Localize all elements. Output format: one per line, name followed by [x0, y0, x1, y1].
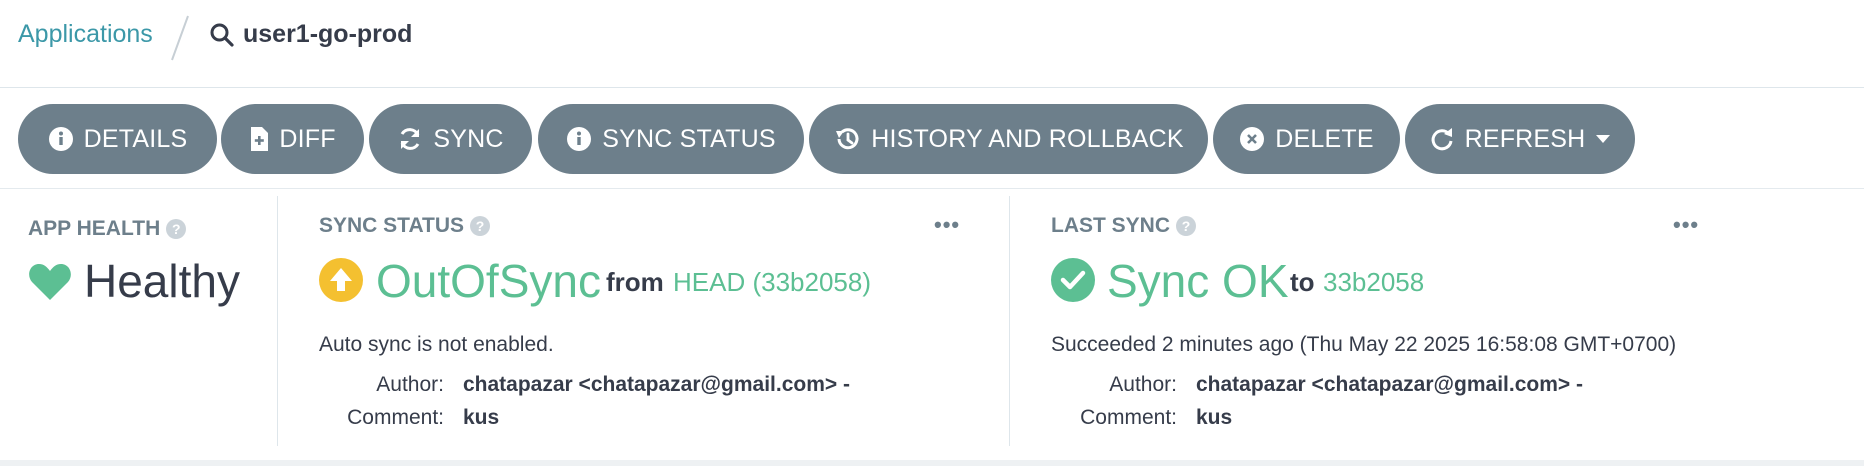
auto-sync-text: Auto sync is not enabled.	[319, 333, 554, 356]
app-health-status: Healthy	[84, 255, 240, 307]
delete-button[interactable]: DELETE	[1213, 104, 1400, 174]
file-diff-icon	[251, 127, 269, 151]
sync-status-button-label: SYNC STATUS	[602, 124, 776, 153]
action-toolbar: DETAILS DIFF SYNC SYNC STATUS HISTORY AN…	[0, 89, 1864, 189]
current-app-name: user1-go-prod	[243, 20, 413, 48]
sync-status-value: OutOfSync	[376, 255, 601, 307]
details-button-label: DETAILS	[83, 124, 188, 153]
panel-bottom-border	[0, 460, 1864, 466]
search-icon[interactable]	[209, 22, 235, 48]
sync-status-menu-button[interactable]: •••	[934, 212, 960, 238]
help-icon[interactable]: ?	[1176, 216, 1197, 236]
comment-label: Comment:	[347, 406, 444, 429]
heart-icon	[29, 264, 71, 300]
status-panels: APP HEALTH ? Healthy SYNC STATUS ? ••• O…	[0, 190, 1864, 456]
diff-button-label: DIFF	[279, 124, 336, 153]
last-sync-value: Sync OK	[1107, 255, 1289, 307]
details-button[interactable]: DETAILS	[18, 104, 217, 174]
info-icon	[48, 127, 73, 151]
close-circle-icon	[1240, 127, 1265, 151]
sync-revision-link[interactable]: HEAD (33b2058)	[673, 267, 871, 298]
comment-value: kus	[1196, 406, 1233, 429]
refresh-button-label: REFRESH	[1464, 124, 1586, 153]
panel-divider	[277, 196, 278, 446]
breadcrumb-current: user1-go-prod	[209, 20, 412, 49]
author-label: Author:	[1109, 373, 1177, 396]
last-sync-menu-button[interactable]: •••	[1673, 212, 1699, 238]
sync-button-label: SYNC	[433, 124, 504, 153]
to-text: to	[1290, 267, 1315, 297]
sync-button[interactable]: SYNC	[369, 104, 532, 174]
last-sync-label: LAST SYNC ?	[1051, 214, 1197, 238]
author-value: chatapazar <chatapazar@gmail.com> -	[1196, 373, 1583, 396]
breadcrumb-separator	[171, 15, 189, 61]
refresh-icon	[1431, 128, 1453, 151]
breadcrumb: Applications user1-go-prod	[0, 0, 1864, 88]
comment-label: Comment:	[1080, 406, 1177, 429]
history-and-rollback-button[interactable]: HISTORY AND ROLLBACK	[809, 104, 1208, 174]
refresh-button[interactable]: REFRESH	[1405, 104, 1635, 174]
help-icon[interactable]: ?	[470, 216, 491, 236]
author-value: chatapazar <chatapazar@gmail.com> -	[463, 373, 850, 396]
sync-status-button[interactable]: SYNC STATUS	[538, 104, 804, 174]
help-icon[interactable]: ?	[166, 219, 187, 239]
sync-icon	[400, 128, 420, 150]
diff-button[interactable]: DIFF	[221, 104, 364, 174]
history-icon	[836, 128, 859, 150]
caret-down-icon[interactable]	[1595, 133, 1611, 145]
sync-result-text: Succeeded 2 minutes ago (Thu May 22 2025…	[1051, 333, 1677, 356]
breadcrumb-applications-link[interactable]: Applications	[18, 20, 153, 49]
sync-status-label: SYNC STATUS ?	[319, 214, 491, 238]
arrow-up-circle-icon	[319, 258, 363, 302]
app-health-label: APP HEALTH ?	[28, 217, 187, 241]
comment-value: kus	[463, 406, 500, 429]
panel-divider	[1009, 196, 1010, 446]
history-button-label: HISTORY AND ROLLBACK	[871, 124, 1184, 153]
delete-button-label: DELETE	[1275, 124, 1374, 153]
last-sync-revision-link[interactable]: 33b2058	[1323, 267, 1424, 298]
info-icon	[567, 127, 592, 151]
author-label: Author:	[376, 373, 444, 396]
check-circle-icon	[1051, 258, 1095, 302]
from-text: from	[606, 267, 664, 297]
